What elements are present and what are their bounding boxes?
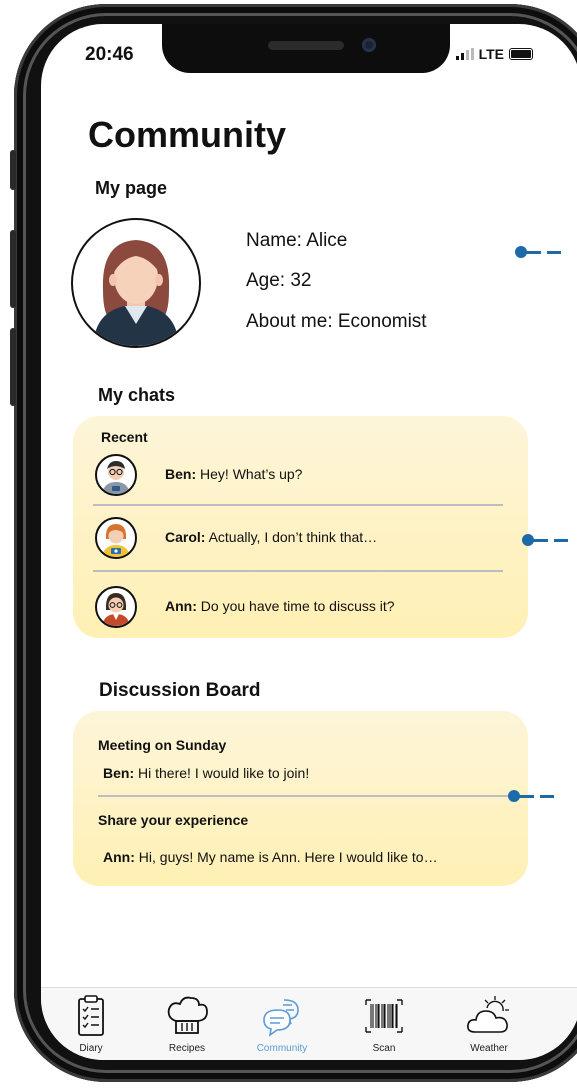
recent-label: Recent xyxy=(101,429,148,445)
person-glasses-icon xyxy=(102,593,130,626)
tab-community[interactable]: Community xyxy=(242,988,322,1060)
status-icons: LTE xyxy=(455,46,533,62)
chat-sender: Ann: xyxy=(165,598,197,614)
tab-weather[interactable]: Weather xyxy=(449,988,529,1060)
profile-avatar[interactable] xyxy=(71,218,201,348)
tab-scan[interactable]: Scan xyxy=(344,988,424,1060)
side-button-volume-up xyxy=(10,230,16,308)
side-button-volume-down xyxy=(10,328,16,406)
chat-item[interactable]: Ben: Hey! What’s up? xyxy=(95,454,515,498)
battery-icon xyxy=(509,48,533,60)
person-glasses-icon xyxy=(102,461,130,494)
tab-label: Community xyxy=(256,1043,308,1054)
reply-author: Ben: xyxy=(103,765,135,781)
tab-diary[interactable]: Diary xyxy=(51,988,131,1060)
cloud-sun-icon xyxy=(467,996,509,1033)
chef-hat-icon xyxy=(167,996,208,1034)
chat-bubbles-icon xyxy=(263,999,299,1037)
tab-label: Weather xyxy=(470,1043,508,1054)
page-title: Community xyxy=(88,114,286,155)
signal-icon xyxy=(455,48,474,60)
tab-label: Scan xyxy=(372,1043,396,1054)
chat-sender: Carol: xyxy=(165,529,206,545)
tab-recipes[interactable]: Recipes xyxy=(147,988,227,1060)
network-label: LTE xyxy=(478,46,504,62)
chat-item[interactable]: Carol: Actually, I don’t think that… xyxy=(95,517,515,561)
divider xyxy=(98,795,511,797)
avatar-icon xyxy=(93,240,179,346)
divider xyxy=(93,570,503,572)
thread-title[interactable]: Share your experience xyxy=(98,812,248,828)
tab-label: Diary xyxy=(79,1043,103,1054)
divider xyxy=(93,504,503,506)
thread-reply[interactable]: Ben: Hi there! I would like to join! xyxy=(103,765,309,781)
front-camera xyxy=(362,38,376,52)
avatar xyxy=(95,586,137,628)
reply-text: Hi there! I would like to join! xyxy=(134,765,310,781)
reply-author: Ann: xyxy=(103,849,135,865)
chat-preview: Carol: Actually, I don’t think that… xyxy=(165,529,377,545)
profile-about: About me: Economist xyxy=(246,311,427,332)
status-time: 20:46 xyxy=(85,44,134,65)
chat-message: Hey! What’s up? xyxy=(196,466,303,482)
chat-item[interactable]: Ann: Do you have time to discuss it? xyxy=(95,586,515,630)
avatar xyxy=(95,517,137,559)
chat-preview: Ann: Do you have time to discuss it? xyxy=(165,598,395,614)
barcode-icon xyxy=(365,999,403,1033)
profile-name: Name: Alice xyxy=(246,230,348,251)
discussion-board-heading: Discussion Board xyxy=(99,680,261,701)
my-chats-heading: My chats xyxy=(98,385,176,405)
tab-label: Recipes xyxy=(168,1043,206,1054)
side-button-mute xyxy=(10,150,16,190)
discussion-card: Meeting on Sunday Ben: Hi there! I would… xyxy=(73,711,528,886)
reply-text: Hi, guys! My name is Ann. Here I would l… xyxy=(134,849,438,865)
person-camera-icon xyxy=(102,524,130,557)
tab-bar: Diary Recipes Community Scan Weather xyxy=(41,987,577,1060)
chat-message: Actually, I don’t think that… xyxy=(205,529,378,545)
chat-preview: Ben: Hey! What’s up? xyxy=(165,466,302,482)
chats-card: Recent Ben: Hey! What’s up? Carol: Actua… xyxy=(73,416,528,638)
my-page-heading: My page xyxy=(95,178,168,198)
clipboard-checklist-icon xyxy=(78,995,104,1036)
thread-reply[interactable]: Ann: Hi, guys! My name is Ann. Here I wo… xyxy=(103,849,438,865)
speaker-grille xyxy=(268,41,344,50)
notch xyxy=(162,24,450,73)
chat-sender: Ben: xyxy=(165,466,197,482)
thread-title[interactable]: Meeting on Sunday xyxy=(98,737,226,753)
profile-age: Age: 32 xyxy=(246,270,312,291)
avatar xyxy=(95,454,137,496)
phone-screen: 20:46 LTE Community My page Name: Alice … xyxy=(41,24,577,1060)
chat-message: Do you have time to discuss it? xyxy=(196,598,395,614)
